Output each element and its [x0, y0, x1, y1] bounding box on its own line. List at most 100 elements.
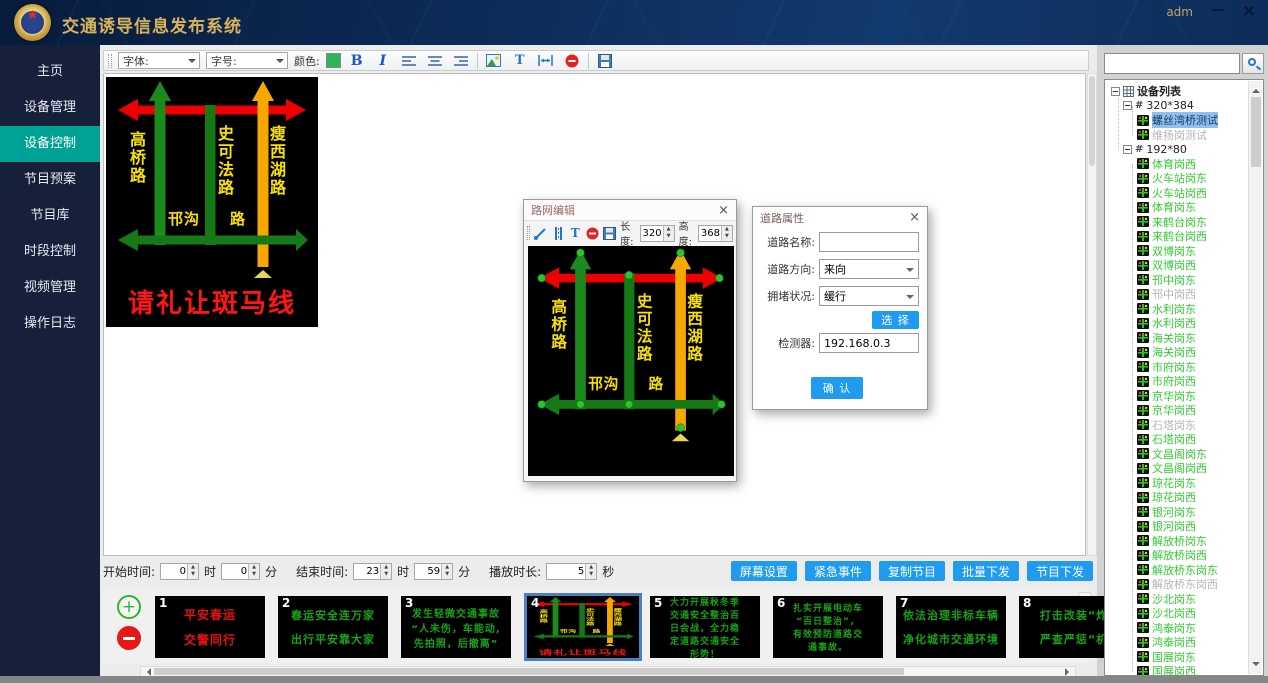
device-item[interactable]: 银河岗东 [1107, 505, 1247, 520]
road-direction-select[interactable]: 来向 [819, 259, 919, 279]
add-program-button[interactable]: + [117, 595, 141, 619]
control-button-3[interactable]: 批量下发 [953, 561, 1019, 581]
congestion-select[interactable]: 缓行 [819, 286, 919, 306]
fit-size-button[interactable] [536, 52, 556, 70]
bottom-road-label-left[interactable]: 邗沟 [588, 373, 619, 393]
tree-root[interactable]: 设备列表 [1107, 84, 1247, 99]
sidebar-item-3[interactable]: 节目预案 [0, 162, 100, 198]
close-icon[interactable]: × [909, 211, 920, 224]
font-family-combo[interactable]: 字体: [118, 52, 200, 69]
device-item[interactable]: 沙北岗东 [1107, 592, 1247, 607]
device-item[interactable]: 来鹤台岗东 [1107, 215, 1247, 230]
device-item[interactable]: 石塔岗东 [1107, 418, 1247, 433]
detector-input[interactable] [819, 333, 919, 353]
road-node[interactable] [716, 274, 724, 282]
control-button-4[interactable]: 节目下发 [1027, 561, 1093, 581]
middle-green-road[interactable] [205, 105, 216, 245]
device-item[interactable]: 解放桥东岗东 [1107, 563, 1247, 578]
playlist-item-7[interactable]: 依法治理非标车辆净化城市交通环境7 [896, 596, 1006, 658]
bold-button[interactable]: B [347, 52, 367, 70]
road-node[interactable] [677, 249, 685, 257]
height-spinner[interactable]: ▲▼ [698, 225, 733, 242]
bottom-road-label-right[interactable]: 路 [593, 628, 601, 633]
sidebar-item-7[interactable]: 操作日志 [0, 306, 100, 342]
collapse-icon[interactable] [1123, 101, 1132, 110]
collapse-icon[interactable] [1111, 87, 1120, 96]
italic-button[interactable]: I [373, 52, 393, 70]
device-item[interactable]: 水利岗西 [1107, 316, 1247, 331]
device-item[interactable]: 沙北岗西 [1107, 606, 1247, 621]
tree-group-192*80[interactable]: #192*80 [1107, 142, 1247, 157]
align-right-button[interactable] [451, 52, 471, 70]
road-node[interactable] [577, 249, 585, 257]
save-button[interactable] [603, 224, 616, 242]
control-button-1[interactable]: 紧急事件 [805, 561, 871, 581]
device-item[interactable]: 京华岗西 [1107, 403, 1247, 418]
bottom-road-label-left[interactable]: 邗沟 [560, 628, 577, 633]
device-item[interactable]: 邗中岗西 [1107, 287, 1247, 302]
middle-road-label[interactable]: 史可法路 [585, 608, 593, 626]
left-road-label[interactable]: 高桥路 [128, 131, 144, 185]
device-item[interactable]: 石塔岗西 [1107, 432, 1247, 447]
close-button[interactable]: × [1238, 1, 1260, 23]
remove-program-button[interactable] [117, 626, 141, 650]
device-item[interactable]: 双博岗西 [1107, 258, 1247, 273]
delete-element-button[interactable] [562, 52, 582, 70]
playlist-item-2[interactable]: 春运安全连万家出行平安靠大家2 [278, 596, 388, 658]
road-node[interactable] [677, 424, 685, 432]
road-node[interactable] [538, 401, 546, 409]
select-button[interactable]: 选 择 [872, 311, 919, 329]
playlist-item-5[interactable]: 大力开展秋冬季交通安全整治百日会战，全力稳定道路交通安全形势！5 [650, 596, 760, 658]
road-node[interactable] [625, 401, 633, 409]
device-item[interactable]: 邗中岗东 [1107, 273, 1247, 288]
device-item[interactable]: 体育岗西 [1107, 157, 1247, 172]
road-node[interactable] [538, 274, 546, 282]
delete-element-button[interactable] [586, 224, 599, 242]
road-segment-button[interactable] [551, 224, 564, 242]
device-item[interactable]: 鸿泰岗西 [1107, 635, 1247, 650]
right-road-label[interactable]: 瘦西湖路 [268, 125, 284, 197]
duration-spinner[interactable]: ▲▼ [546, 563, 597, 580]
scroll-down-icon[interactable] [1252, 662, 1260, 670]
middle-road-label[interactable]: 史可法路 [216, 125, 232, 197]
device-item[interactable]: 市府岗西 [1107, 374, 1247, 389]
align-center-button[interactable] [425, 52, 445, 70]
left-road-label[interactable]: 高桥路 [549, 298, 565, 350]
device-search-input[interactable] [1104, 53, 1240, 74]
sidebar-item-2[interactable]: 设备控制 [0, 126, 100, 162]
device-item[interactable]: 双博岗东 [1107, 244, 1247, 259]
playlist-item-4[interactable]: 高桥路 史可法路 瘦西湖路 邗沟 路请礼让斑马线4 [524, 593, 642, 661]
device-item[interactable]: 文昌阁岗西 [1107, 461, 1247, 476]
device-item[interactable]: 文昌阁岗东 [1107, 447, 1247, 462]
sidebar-item-5[interactable]: 时段控制 [0, 234, 100, 270]
start-hour-spinner[interactable]: ▲▼ [160, 563, 199, 580]
start-minute-spinner[interactable]: ▲▼ [221, 563, 260, 580]
device-item[interactable]: 海关岗东 [1107, 331, 1247, 346]
tree-group-320*384[interactable]: #320*384 [1107, 99, 1247, 114]
road-node[interactable] [577, 401, 585, 409]
dialog-titlebar[interactable]: 道路属性 × [753, 207, 927, 228]
middle-green-road[interactable] [624, 273, 634, 409]
color-swatch[interactable] [326, 53, 341, 68]
device-item[interactable]: 螺丝湾桥测试 [1107, 113, 1247, 128]
font-size-combo[interactable]: 字号: [206, 52, 288, 69]
right-road-label[interactable]: 瘦西湖路 [685, 293, 701, 363]
device-item[interactable]: 市府岗东 [1107, 360, 1247, 375]
minimize-button[interactable]: — [1208, 2, 1228, 22]
draw-road-button[interactable] [534, 224, 547, 242]
device-item[interactable]: 国展岗东 [1107, 650, 1247, 665]
sign-message[interactable]: 请礼让斑马线 [527, 647, 639, 656]
scroll-left-icon[interactable] [143, 668, 151, 676]
search-button[interactable] [1242, 53, 1264, 74]
collapse-icon[interactable] [1123, 145, 1132, 154]
device-item[interactable]: 维扬岗测试 [1107, 128, 1247, 143]
bottom-road-label-left[interactable]: 邗沟 [168, 208, 200, 229]
road-node[interactable] [625, 271, 633, 279]
sidebar-item-4[interactable]: 节目库 [0, 198, 100, 234]
insert-image-button[interactable] [484, 52, 504, 70]
device-item[interactable]: 来鹤台岗西 [1107, 229, 1247, 244]
device-item[interactable]: 京华岗东 [1107, 389, 1247, 404]
playlist-item-3[interactable]: 发生轻微交通事故“人未伤，车能动,先拍照，后撤离”3 [401, 596, 511, 658]
insert-text-button[interactable]: T [510, 52, 530, 70]
device-item[interactable]: 解放桥岗西 [1107, 548, 1247, 563]
